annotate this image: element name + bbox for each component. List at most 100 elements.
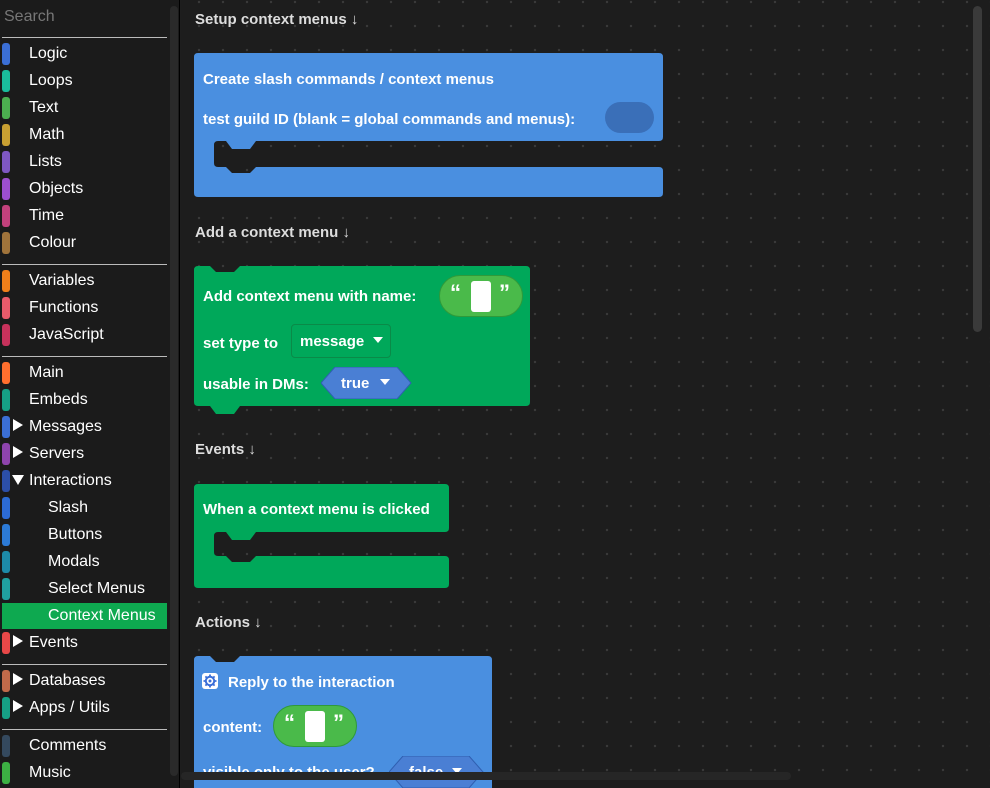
- block-workspace[interactable]: Setup context menus ↓ Add a context menu…: [181, 0, 990, 788]
- category-divider: [2, 729, 167, 730]
- type-dropdown[interactable]: message: [291, 324, 391, 358]
- category-label: Servers: [29, 445, 85, 462]
- caret-down-icon[interactable]: [12, 472, 24, 488]
- category-javascript[interactable]: JavaScript: [2, 322, 167, 348]
- category-label: Apps / Utils: [29, 699, 110, 716]
- category-color-swatch: [2, 670, 10, 692]
- category-color-swatch: [2, 297, 10, 319]
- category-embeds[interactable]: Embeds: [2, 387, 167, 413]
- category-label: Lists: [29, 153, 62, 170]
- category-apps-utils[interactable]: Apps / Utils: [2, 695, 167, 721]
- category-objects[interactable]: Objects: [2, 176, 167, 202]
- heading-add-context-menu: Add a context menu ↓: [195, 224, 351, 241]
- category-color-swatch: [2, 578, 10, 600]
- category-context-menus[interactable]: Context Menus: [2, 603, 167, 629]
- category-slash[interactable]: Slash: [2, 495, 167, 521]
- gear-icon-glyph: [203, 674, 217, 688]
- category-color-swatch: [2, 416, 10, 438]
- category-color-swatch: [2, 443, 10, 465]
- category-label: Buttons: [48, 526, 103, 543]
- category-label: Time: [29, 207, 64, 224]
- category-color-swatch: [2, 178, 10, 200]
- category-color-swatch: [2, 97, 10, 119]
- heading-actions: Actions ↓: [195, 614, 262, 631]
- workspace-horizontal-scrollbar[interactable]: [181, 772, 791, 780]
- category-interactions[interactable]: Interactions: [2, 468, 167, 494]
- gear-icon[interactable]: [202, 673, 218, 689]
- caret-right-icon[interactable]: [12, 672, 24, 688]
- category-variables[interactable]: Variables: [2, 268, 167, 294]
- reply-interaction-block[interactable]: Reply to the interaction content: “ ” vi…: [194, 656, 494, 788]
- category-label: Interactions: [29, 472, 112, 489]
- category-select-menus[interactable]: Select Menus: [2, 576, 167, 602]
- category-color-swatch: [2, 362, 10, 384]
- category-functions[interactable]: Functions: [2, 295, 167, 321]
- category-color-swatch: [2, 270, 10, 292]
- add-context-menu-block[interactable]: Add context menu with name: “ ” set type…: [194, 266, 534, 416]
- category-logic[interactable]: Logic: [2, 41, 167, 67]
- category-databases[interactable]: Databases: [2, 668, 167, 694]
- close-quote-icon: ”: [333, 710, 344, 735]
- caret-right-icon[interactable]: [12, 699, 24, 715]
- category-time[interactable]: Time: [2, 203, 167, 229]
- text-field-slot[interactable]: [471, 281, 491, 312]
- category-label: Messages: [29, 418, 102, 435]
- category-label: Events: [29, 634, 78, 651]
- category-loops[interactable]: Loops: [2, 68, 167, 94]
- category-divider: [2, 356, 167, 357]
- category-label: Objects: [29, 180, 84, 197]
- category-label: Slash: [48, 499, 89, 516]
- category-divider: [2, 37, 167, 38]
- category-label: Colour: [29, 234, 77, 251]
- category-label: Functions: [29, 299, 99, 316]
- category-buttons[interactable]: Buttons: [2, 522, 167, 548]
- caret-right-icon[interactable]: [12, 445, 24, 461]
- category-modals[interactable]: Modals: [2, 549, 167, 575]
- type-dropdown-value: message: [300, 333, 365, 350]
- caret-right-icon[interactable]: [12, 634, 24, 650]
- add-context-menu-label: Add context menu with name:: [203, 288, 417, 305]
- dms-dropdown-value: true: [341, 375, 370, 392]
- guild-id-label: test guild ID (blank = global commands a…: [203, 111, 576, 128]
- guild-id-input[interactable]: [605, 102, 654, 133]
- dms-dropdown[interactable]: true: [321, 367, 413, 399]
- category-text[interactable]: Text: [2, 95, 167, 121]
- close-quote-icon: ”: [499, 280, 510, 305]
- workspace-vertical-scrollbar[interactable]: [973, 6, 982, 332]
- category-color-swatch: [2, 324, 10, 346]
- category-label: Databases: [29, 672, 106, 689]
- category-servers[interactable]: Servers: [2, 441, 167, 467]
- create-commands-block[interactable]: Create slash commands / context menus te…: [194, 53, 664, 199]
- category-color-swatch: [2, 762, 10, 784]
- category-colour[interactable]: Colour: [2, 230, 167, 256]
- content-text-input[interactable]: “ ”: [273, 705, 357, 747]
- category-label: Comments: [29, 737, 107, 754]
- text-field-slot[interactable]: [305, 711, 325, 742]
- category-color-swatch: [2, 389, 10, 411]
- category-events[interactable]: Events: [2, 630, 167, 656]
- category-color-swatch: [2, 524, 10, 546]
- category-label: Loops: [29, 72, 73, 89]
- category-label: Modals: [48, 553, 100, 570]
- category-lists[interactable]: Lists: [2, 149, 167, 175]
- menu-name-text-input[interactable]: “ ”: [439, 275, 523, 317]
- category-color-swatch: [2, 470, 10, 492]
- category-messages[interactable]: Messages: [2, 414, 167, 440]
- caret-right-icon[interactable]: [12, 418, 24, 434]
- category-main[interactable]: Main: [2, 360, 167, 386]
- category-math[interactable]: Math: [2, 122, 167, 148]
- category-divider: [2, 664, 167, 665]
- sidebar-scrollbar[interactable]: [170, 6, 178, 776]
- category-music[interactable]: Music: [2, 760, 167, 786]
- context-menu-clicked-event-block[interactable]: When a context menu is clicked: [194, 484, 450, 590]
- usable-in-dms-label: usable in DMs:: [203, 376, 309, 393]
- reply-interaction-label: Reply to the interaction: [228, 674, 395, 691]
- category-label: Context Menus: [48, 607, 156, 624]
- category-color-swatch: [2, 605, 10, 627]
- open-quote-icon: “: [284, 710, 295, 735]
- category-color-swatch: [2, 632, 10, 654]
- content-label: content:: [203, 719, 263, 736]
- category-comments[interactable]: Comments: [2, 733, 167, 759]
- search-input[interactable]: [2, 4, 171, 30]
- category-label: Math: [29, 126, 65, 143]
